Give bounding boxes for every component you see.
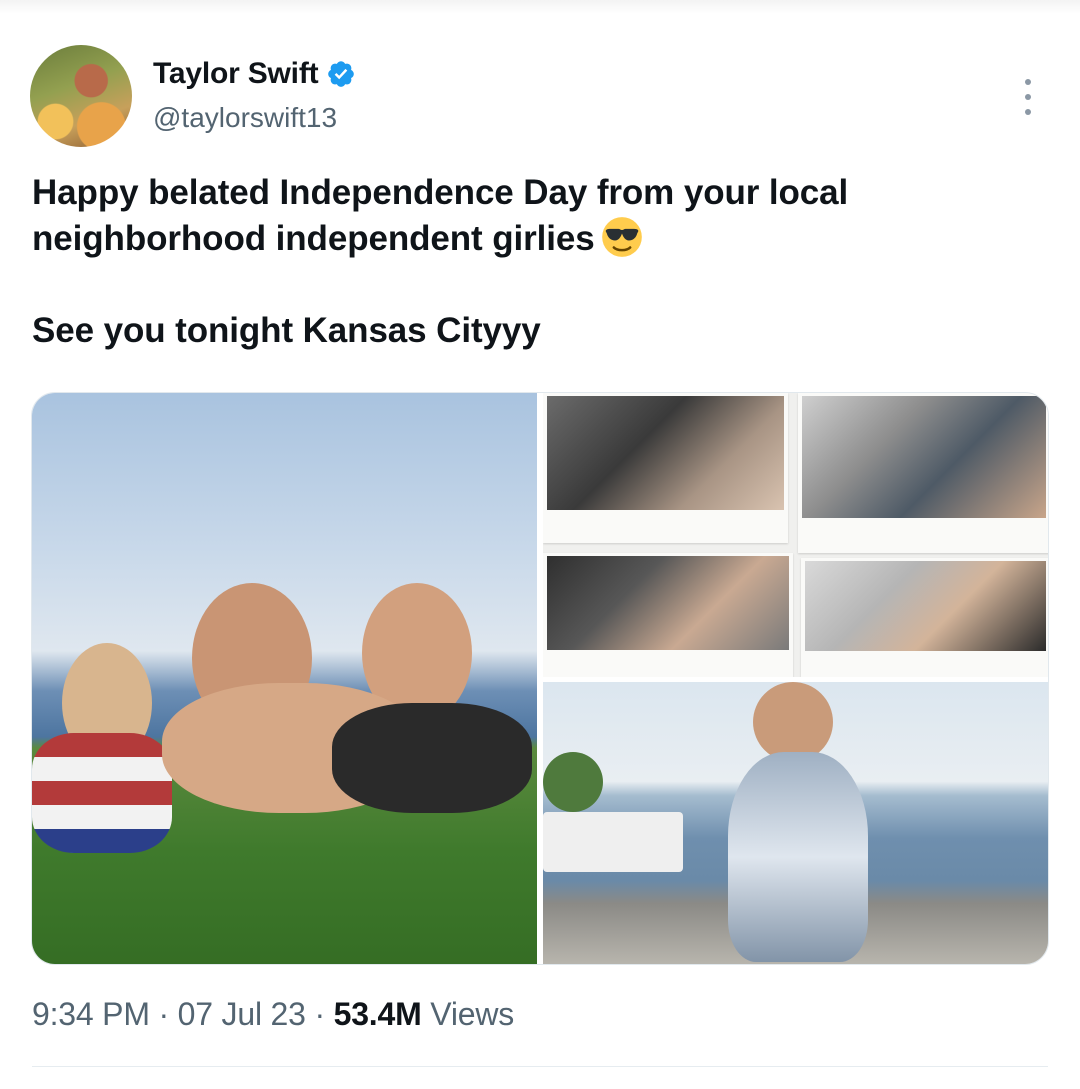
more-options-icon[interactable] bbox=[1016, 79, 1040, 115]
tweet-header: Taylor Swift @taylorswift13 bbox=[30, 45, 1050, 149]
display-name[interactable]: Taylor Swift bbox=[153, 57, 319, 91]
photo-seaside-dress[interactable] bbox=[543, 682, 1048, 964]
display-name-row: Taylor Swift bbox=[153, 55, 356, 93]
tweet-line-2-text: neighborhood independent girlies bbox=[32, 219, 595, 258]
photo-group-on-lawn[interactable] bbox=[32, 393, 537, 964]
photo-polaroid-collage[interactable] bbox=[543, 393, 1048, 677]
tweet-time[interactable]: 9:34 PM bbox=[32, 996, 150, 1032]
smiling-face-with-sunglasses-icon bbox=[601, 217, 642, 257]
separator: · bbox=[314, 996, 325, 1032]
media-grid bbox=[31, 392, 1049, 965]
separator: · bbox=[158, 996, 169, 1032]
tweet-date[interactable]: 07 Jul 23 bbox=[178, 996, 306, 1032]
verified-badge-icon bbox=[328, 61, 355, 87]
tweet-line-1: Happy belated Independence Day from your… bbox=[32, 173, 849, 212]
author-names: Taylor Swift @taylorswift13 bbox=[153, 55, 356, 134]
views-label: Views bbox=[430, 996, 515, 1032]
tweet-line-2: neighborhood independent girlies bbox=[32, 216, 1032, 262]
tweet-line-3: See you tonight Kansas Cityyy bbox=[32, 311, 541, 350]
tweet-meta: 9:34 PM · 07 Jul 23 · 53.4M Views bbox=[32, 996, 514, 1033]
divider bbox=[32, 1066, 1048, 1067]
top-shadow bbox=[0, 0, 1080, 14]
handle[interactable]: @taylorswift13 bbox=[153, 102, 356, 134]
avatar[interactable] bbox=[30, 45, 132, 147]
tweet-blank-line bbox=[32, 262, 1032, 308]
tweet-text: Happy belated Independence Day from your… bbox=[32, 170, 1032, 354]
views-count: 53.4M bbox=[333, 996, 422, 1032]
